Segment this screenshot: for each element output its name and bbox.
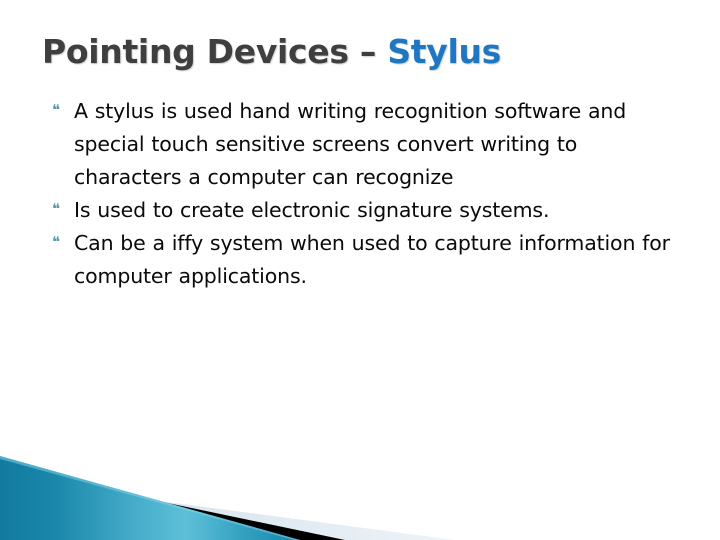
bullet-marker-icon: ❝ bbox=[52, 101, 61, 119]
bullet-marker-icon: ❝ bbox=[52, 233, 61, 251]
list-item: ❝ Can be a iffy system when used to capt… bbox=[50, 227, 680, 293]
bullet-text: Can be a iffy system when used to captur… bbox=[74, 231, 670, 288]
slide-title-main: Pointing Devices – bbox=[42, 32, 388, 71]
slide-title: Pointing Devices – Stylus bbox=[42, 26, 682, 78]
slide: Pointing Devices – Stylus ❝ A stylus is … bbox=[0, 0, 720, 540]
blue-wedge bbox=[0, 456, 300, 540]
bullet-text: Is used to create electronic signature s… bbox=[74, 198, 550, 222]
black-stripe bbox=[0, 468, 345, 540]
list-item: ❝ A stylus is used hand writing recognit… bbox=[50, 95, 680, 194]
bullet-marker-icon: ❝ bbox=[52, 200, 61, 218]
bullet-text: A stylus is used hand writing recognitio… bbox=[74, 99, 627, 189]
list-item: ❝ Is used to create electronic signature… bbox=[50, 194, 680, 227]
slide-title-accent: Stylus bbox=[387, 32, 502, 71]
pale-wedge bbox=[0, 480, 455, 540]
bullet-list: ❝ A stylus is used hand writing recognit… bbox=[50, 95, 680, 293]
blue-wedge-highlight bbox=[0, 456, 300, 540]
bottom-banner-decoration bbox=[0, 456, 455, 540]
